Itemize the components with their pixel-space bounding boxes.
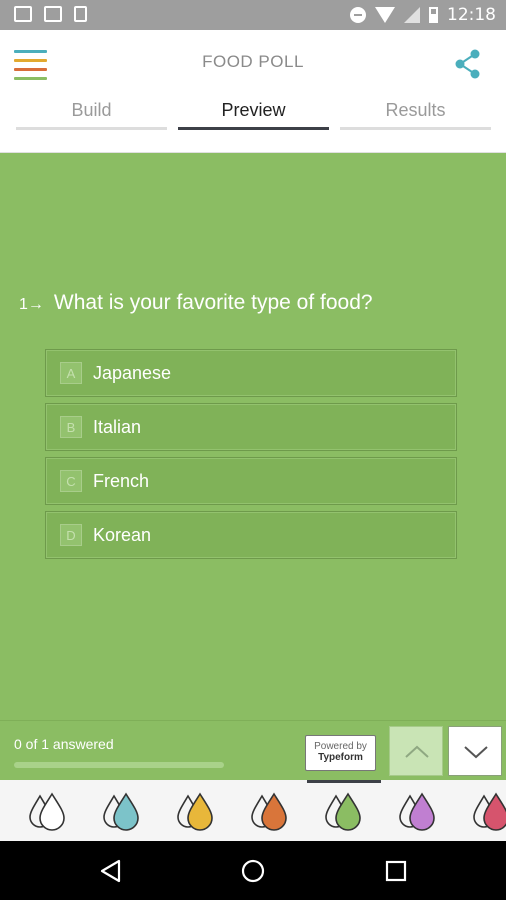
theme-white-droplet[interactable] xyxy=(26,788,70,832)
chevron-up-icon xyxy=(405,745,429,758)
powered-by-text: Powered by xyxy=(314,741,367,752)
theme-purple-droplet[interactable] xyxy=(396,788,440,832)
form-footer: 0 of 1 answered Powered by Typeform xyxy=(0,720,506,780)
choice-label: Italian xyxy=(93,416,142,437)
droplet-icon xyxy=(251,792,287,831)
tab-build-underline xyxy=(16,127,167,130)
choice-label: Korean xyxy=(93,524,152,545)
chevron-down-icon xyxy=(464,746,488,759)
choice-italian[interactable]: B Italian xyxy=(45,403,457,451)
choice-key: B xyxy=(60,416,82,438)
signal-icon xyxy=(404,7,420,23)
theme-red-droplet[interactable] xyxy=(470,788,506,832)
tab-preview-label: Preview xyxy=(221,100,286,120)
recents-square-icon[interactable] xyxy=(383,858,409,884)
choice-korean[interactable]: D Korean xyxy=(45,511,457,559)
tab-results-underline xyxy=(340,127,491,130)
home-circle-icon[interactable] xyxy=(240,858,266,884)
tab-preview[interactable]: Preview xyxy=(178,100,329,134)
wifi-icon xyxy=(375,7,395,23)
previous-question-button[interactable] xyxy=(389,726,443,776)
next-question-button[interactable] xyxy=(448,726,502,776)
app-bar: FOOD POLL Build Preview Results xyxy=(0,30,506,153)
droplet-icon xyxy=(29,792,65,831)
download-icon xyxy=(74,6,87,22)
choice-french[interactable]: C French xyxy=(45,457,457,505)
arrow-icon: → xyxy=(27,296,44,313)
theme-selector xyxy=(0,780,506,841)
tab-results[interactable]: Results xyxy=(340,100,491,134)
question: 1→ What is your favorite type of food? xyxy=(19,291,373,315)
theme-orange-droplet[interactable] xyxy=(248,788,292,832)
tab-preview-underline xyxy=(178,127,329,130)
droplet-icon xyxy=(103,792,139,831)
question-number: 1→ xyxy=(19,296,44,313)
clock: 12:18 xyxy=(447,5,496,25)
tab-results-label: Results xyxy=(385,100,446,120)
droplet-icon xyxy=(399,792,435,831)
progress-bar xyxy=(14,762,224,768)
theme-yellow-droplet[interactable] xyxy=(174,788,218,832)
droplet-icon xyxy=(177,792,213,831)
droplet-icon xyxy=(473,792,506,831)
tab-build[interactable]: Build xyxy=(16,100,167,134)
page-title: FOOD POLL xyxy=(202,52,304,71)
system-nav-bar xyxy=(0,841,506,900)
theme-green-droplet[interactable] xyxy=(322,788,366,832)
droplet-icon xyxy=(325,792,361,831)
battery-icon xyxy=(429,7,438,23)
typeform-text: Typeform xyxy=(318,752,363,763)
choice-label: Japanese xyxy=(93,362,172,383)
choice-label: French xyxy=(93,470,150,491)
share-icon[interactable] xyxy=(452,48,484,80)
gmail-icon xyxy=(44,6,62,22)
selected-theme-indicator xyxy=(307,780,381,783)
progress-text: 0 of 1 answered xyxy=(14,736,114,752)
tab-bar: Build Preview Results xyxy=(16,100,491,134)
choice-key: A xyxy=(60,362,82,384)
status-bar: 12:18 xyxy=(0,0,506,30)
question-text: What is your favorite type of food? xyxy=(53,291,373,314)
choice-key: D xyxy=(60,524,82,546)
back-triangle-icon[interactable] xyxy=(98,858,124,884)
form-preview: 1→ What is your favorite type of food? A… xyxy=(0,153,506,720)
choice-japanese[interactable]: A Japanese xyxy=(45,349,457,397)
theme-teal-droplet[interactable] xyxy=(100,788,144,832)
tab-build-label: Build xyxy=(71,100,112,120)
image-icon xyxy=(14,6,32,22)
do-not-disturb-icon xyxy=(350,7,366,23)
powered-by-typeform-badge[interactable]: Powered by Typeform xyxy=(305,735,376,771)
choice-key: C xyxy=(60,470,82,492)
